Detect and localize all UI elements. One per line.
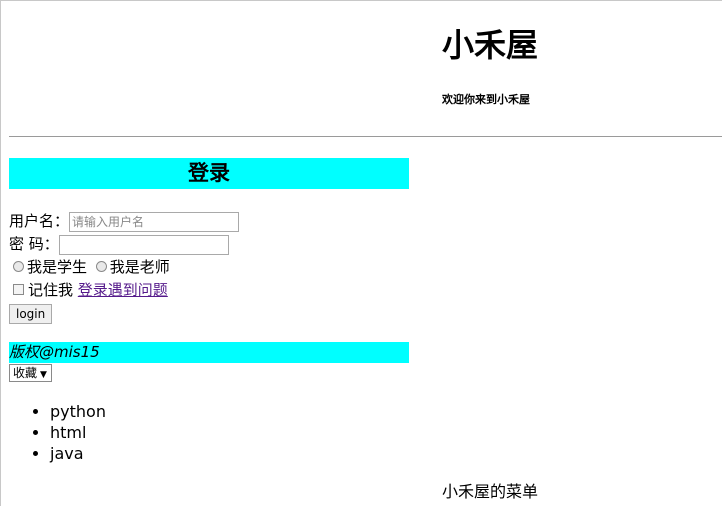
language-list: python html java <box>9 401 106 464</box>
username-input[interactable] <box>69 211 240 232</box>
collect-dropdown[interactable]: 收藏 ▼ <box>9 364 52 382</box>
list-item: html <box>50 422 106 443</box>
login-form: 登录 用户名： 密 码： 我是学生 我是老师 记住我 登录遇到问题 login <box>9 158 409 325</box>
role-student-radio[interactable] <box>13 261 24 272</box>
login-heading: 登录 <box>9 158 409 189</box>
site-subtitle: 欢迎你来到小禾屋 <box>442 93 530 106</box>
menu-caption: 小禾屋的菜单 <box>442 482 539 501</box>
list-item: python <box>50 401 106 422</box>
password-input[interactable] <box>58 234 229 255</box>
password-label: 密 码： <box>9 235 59 253</box>
submit-row: login <box>9 302 409 325</box>
login-help-link[interactable]: 登录遇到问题 <box>78 281 168 299</box>
remember-checkbox[interactable] <box>13 284 24 295</box>
triangle-down-icon: ▼ <box>40 370 47 380</box>
site-header: 小禾屋 欢迎你来到小禾屋 <box>442 23 538 107</box>
username-label: 用户名： <box>9 212 70 230</box>
role-teacher-radio[interactable] <box>95 261 107 272</box>
copyright-text: 版权@mis15 <box>9 342 409 363</box>
role-student-label: 我是学生 <box>27 258 88 276</box>
collect-selected-value: 收藏 <box>13 366 38 380</box>
role-row: 我是学生 我是老师 <box>9 256 409 279</box>
remember-label: 记住我 <box>28 281 74 299</box>
login-button[interactable]: login <box>9 304 53 324</box>
remember-row: 记住我 登录遇到问题 <box>9 279 409 302</box>
list-item: java <box>50 443 106 464</box>
password-row: 密 码： <box>9 233 409 256</box>
header-divider <box>9 136 722 137</box>
role-teacher-label: 我是老师 <box>109 258 170 276</box>
site-title: 小禾屋 <box>442 26 539 64</box>
username-row: 用户名： <box>9 210 409 233</box>
